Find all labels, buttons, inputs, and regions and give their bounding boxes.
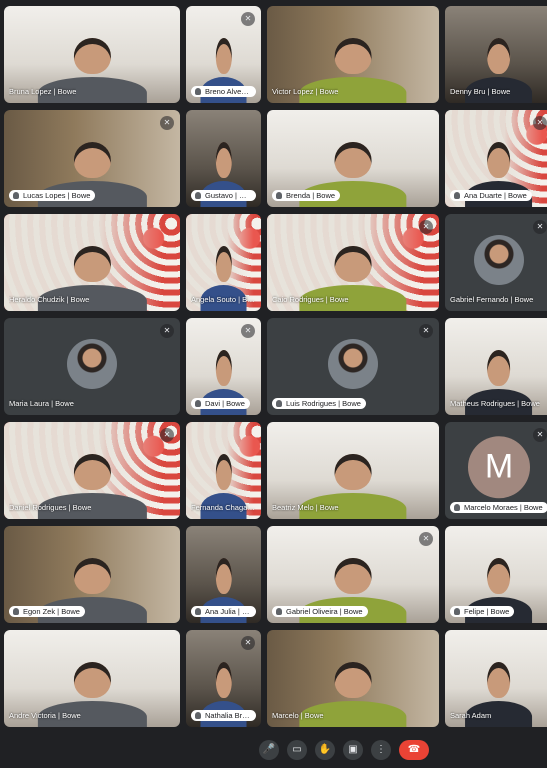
participant-name: Breno Alves | Bowe <box>191 86 256 97</box>
participant-name: Daniel Rodrigues | Bowe <box>9 503 92 512</box>
participant-tile[interactable]: ✕ Gabriel Oliveira | Bowe <box>267 526 439 623</box>
participant-tile[interactable]: ✕ Davi | Bowe <box>186 318 261 415</box>
participant-tile[interactable]: Andre Victoria | Bowe <box>4 630 180 727</box>
participant-tile[interactable]: Matheus Rodrigues | Bowe <box>445 318 547 415</box>
participant-name: Nathalia Braga | Bowe <box>191 710 256 721</box>
participant-tile[interactable]: Beatriz Melo | Bowe <box>267 422 439 519</box>
participant-tile[interactable]: Victor Lopez | Bowe <box>267 6 439 103</box>
participant-tile[interactable]: ✕ Nathalia Braga | Bowe <box>186 630 261 727</box>
hand-icon: ✋ <box>318 744 332 755</box>
participant-name: Gabriel Oliveira | Bowe <box>272 606 368 617</box>
participant-tile[interactable]: Gustavo | Bowe <box>186 110 261 207</box>
participant-name: Beatriz Melo | Bowe <box>272 503 339 512</box>
camera-button[interactable]: ▭ <box>287 740 307 760</box>
more-vert-icon: ⋮ <box>376 744 386 755</box>
participant-name: Angela Souto | Bowe <box>191 295 256 304</box>
participant-name: Egon Zek | Bowe <box>9 606 85 617</box>
participant-tile[interactable]: ✕ Gabriel Fernando | Bowe <box>445 214 547 311</box>
avatar-letter: M <box>468 435 530 498</box>
participant-tile[interactable]: ✕ Maria Laura | Bowe <box>4 318 180 415</box>
participant-tile[interactable]: ✕ Lucas Lopes | Bowe <box>4 110 180 207</box>
mic-muted-icon: ✕ <box>241 636 255 650</box>
mic-muted-icon: ✕ <box>419 532 433 546</box>
avatar <box>67 338 117 389</box>
mic-muted-icon: ✕ <box>160 428 174 442</box>
present-button[interactable]: ▣ <box>343 740 363 760</box>
participant-name: Caio Rodrigues | Bowe <box>272 295 349 304</box>
participant-name: Lucas Lopes | Bowe <box>9 190 96 201</box>
participant-tile[interactable]: ✕ Caio Rodrigues | Bowe <box>267 214 439 311</box>
participant-tile[interactable]: Felipe | Bowe <box>445 526 547 623</box>
participant-name: Luis Rodrigues | Bowe <box>272 398 366 409</box>
mic-icon: 🎤 <box>262 744 276 755</box>
participant-tile[interactable]: ✕ Daniel Rodrigues | Bowe <box>4 422 180 519</box>
mic-muted-icon: ✕ <box>419 324 433 338</box>
participant-tile[interactable]: ✕ Luis Rodrigues | Bowe <box>267 318 439 415</box>
leave-call-button[interactable]: ☎ <box>399 740 429 760</box>
participant-grid: Bruna Lopez | Bowe ✕ Breno Alves | Bowe Vic… <box>4 6 547 728</box>
participant-name: Davi | Bowe <box>191 398 250 409</box>
participant-tile[interactable]: ✕ Ana Duarte | Bowe <box>445 110 547 207</box>
participant-name: Bruna Lopez | Bowe <box>9 87 77 96</box>
participant-tile[interactable]: Ana Julia | Bowe <box>186 526 261 623</box>
participant-name: Fernanda Chagas | Bowe <box>191 503 256 512</box>
participant-name: Ana Duarte | Bowe <box>450 190 532 201</box>
participant-tile[interactable]: Marcelo | Bowe <box>267 630 439 727</box>
participant-tile[interactable]: M ✕ Marcelo Moraes | Bowe <box>445 422 547 519</box>
hangup-icon: ☎ <box>407 744 421 755</box>
participant-name: Brenda | Bowe <box>272 190 341 201</box>
mic-muted-icon: ✕ <box>533 428 547 442</box>
participant-tile[interactable]: Angela Souto | Bowe <box>186 214 261 311</box>
participant-name: Maria Laura | Bowe <box>9 399 74 408</box>
participant-tile[interactable]: Denny Bru | Bowe <box>445 6 547 103</box>
participant-name: Ana Julia | Bowe <box>191 606 256 617</box>
raise-hand-button[interactable]: ✋ <box>315 740 335 760</box>
participant-name: Andre Victoria | Bowe <box>9 711 81 720</box>
participant-tile[interactable]: ✕ Breno Alves | Bowe <box>186 6 261 103</box>
mic-muted-icon: ✕ <box>160 116 174 130</box>
participant-tile[interactable]: Heraldo Chudzik | Bowe <box>4 214 180 311</box>
more-options-button[interactable]: ⋮ <box>371 740 391 760</box>
participant-name: Felipe | Bowe <box>450 606 515 617</box>
avatar <box>474 234 524 285</box>
call-controls: 🎤 ▭ ✋ ▣ ⋮ ☎ <box>0 732 547 768</box>
mic-muted-icon: ✕ <box>533 220 547 234</box>
participant-tile[interactable]: Brenda | Bowe <box>267 110 439 207</box>
participant-name: Sarah Adam <box>450 711 492 720</box>
mic-muted-icon: ✕ <box>160 324 174 338</box>
participant-name: Marcelo Moraes | Bowe <box>450 502 547 513</box>
mic-button[interactable]: 🎤 <box>259 740 279 760</box>
mic-muted-icon: ✕ <box>419 220 433 234</box>
participant-tile[interactable]: Fernanda Chagas | Bowe <box>186 422 261 519</box>
participant-tile[interactable]: Bruna Lopez | Bowe <box>4 6 180 103</box>
mic-muted-icon: ✕ <box>241 324 255 338</box>
camera-icon: ▭ <box>292 744 302 755</box>
participant-name: Gabriel Fernando | Bowe <box>450 295 534 304</box>
participant-tile[interactable]: Egon Zek | Bowe <box>4 526 180 623</box>
participant-name: Marcelo | Bowe <box>272 711 324 720</box>
participant-name: Denny Bru | Bowe <box>450 87 511 96</box>
participant-tile[interactable]: Sarah Adam <box>445 630 547 727</box>
participant-name: Matheus Rodrigues | Bowe <box>450 399 540 408</box>
mic-muted-icon: ✕ <box>241 12 255 26</box>
present-icon: ▣ <box>348 744 358 755</box>
participant-name: Gustavo | Bowe <box>191 190 256 201</box>
mic-muted-icon: ✕ <box>533 116 547 130</box>
participant-name: Heraldo Chudzik | Bowe <box>9 295 90 304</box>
avatar <box>328 338 378 389</box>
participant-name: Victor Lopez | Bowe <box>272 87 339 96</box>
